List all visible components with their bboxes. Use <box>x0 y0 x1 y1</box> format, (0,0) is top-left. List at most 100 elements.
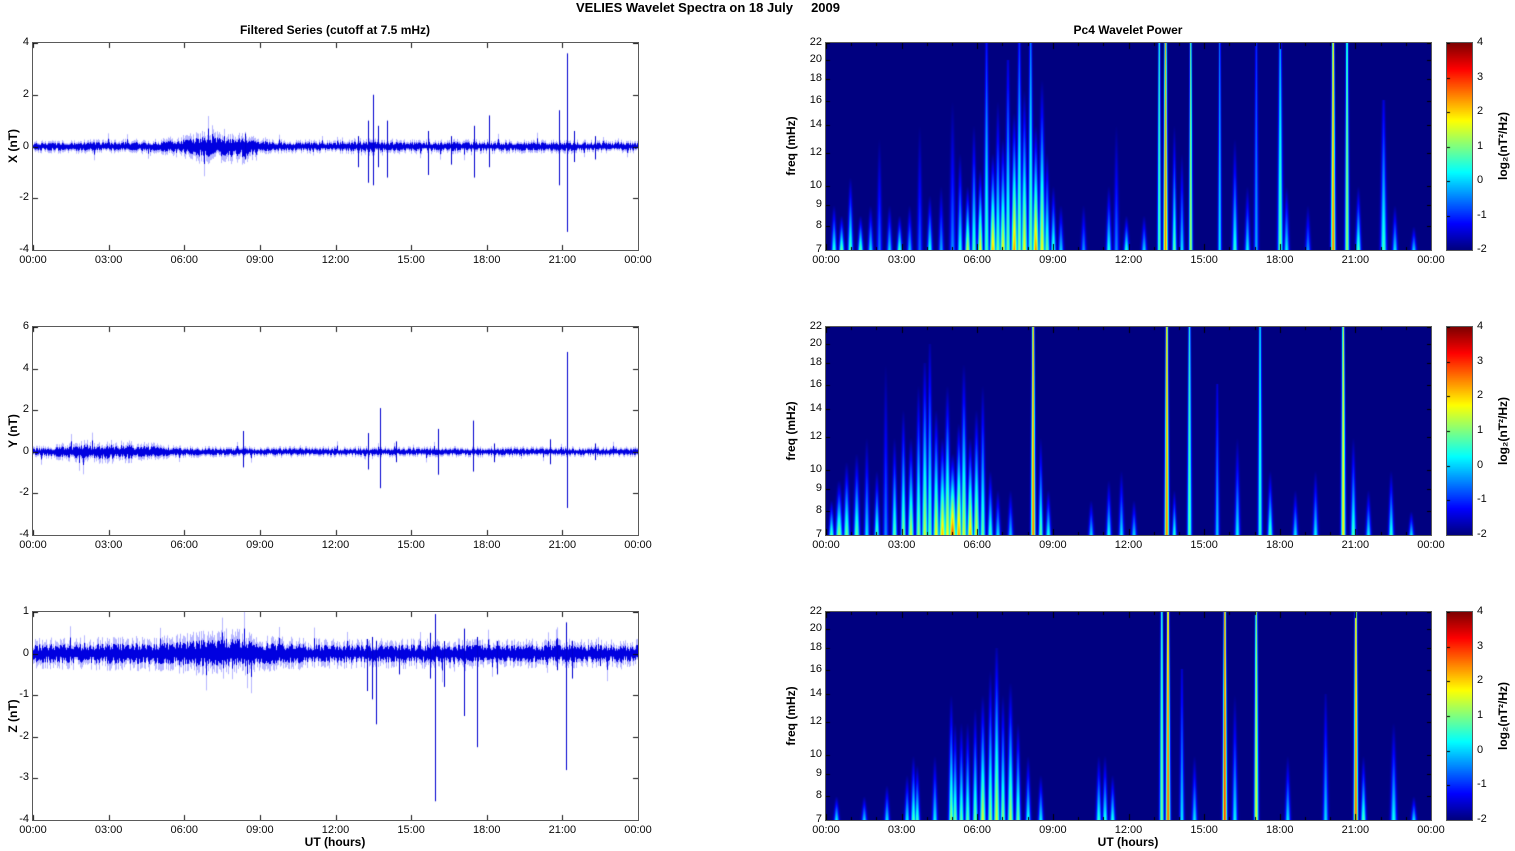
colorbar-x <box>1446 42 1473 251</box>
colorbar-tick-label: 3 <box>1477 354 1484 367</box>
freq-tick-label: 18 <box>809 72 822 85</box>
p1-canvas <box>33 327 638 535</box>
filtered-series-z-plot <box>32 611 639 821</box>
y-tick-label: -2 <box>19 191 29 204</box>
x-tick-label: 00:00 <box>624 539 652 551</box>
p4-canvas <box>826 327 1431 535</box>
x-tick-label: 00:00 <box>812 254 840 266</box>
x-tick-label: 18:00 <box>472 539 501 551</box>
wavelet-power-x-spectrogram <box>825 42 1432 251</box>
freq-tick-label: 10 <box>809 463 822 476</box>
y-axis-label-z-nt: Z (nT) <box>6 699 20 733</box>
x-tick-label: 21:00 <box>1341 824 1370 836</box>
colorbar-y <box>1446 326 1473 536</box>
freq-tick-label: 8 <box>815 503 822 516</box>
x-tick-label: 03:00 <box>94 539 123 551</box>
x-tick-label: 21:00 <box>1341 539 1370 551</box>
x-tick-label: 21:00 <box>548 824 577 836</box>
x-tick-label: 18:00 <box>472 254 501 266</box>
freq-tick-label: 20 <box>809 622 822 635</box>
colorbar-z <box>1446 611 1473 821</box>
p0-canvas <box>33 43 638 250</box>
freq-tick-label: 9 <box>815 767 822 780</box>
x-tick-label: 03:00 <box>94 824 123 836</box>
p5-canvas <box>826 612 1431 820</box>
x-tick-label: 06:00 <box>170 539 199 551</box>
x-tick-label: 00:00 <box>19 254 47 266</box>
y-axis-label-y-nt: Y (nT) <box>6 414 20 448</box>
p3-canvas <box>826 43 1431 250</box>
colorbar-tick-label: 1 <box>1477 709 1484 721</box>
x-tick-label: 09:00 <box>246 539 274 551</box>
x-tick-label: 21:00 <box>548 539 577 551</box>
y-tick-label: 1 <box>22 605 29 617</box>
x-tick-label: 06:00 <box>170 824 199 836</box>
freq-tick-label: 22 <box>809 605 822 617</box>
colorbar-tick-label: -2 <box>1477 243 1487 255</box>
x-tick-label: 18:00 <box>1265 254 1294 266</box>
wavelet-power-y-spectrogram <box>825 326 1432 536</box>
x-tick-label: 09:00 <box>1039 254 1067 266</box>
cb2-canvas <box>1447 612 1472 820</box>
y-tick-label: 0 <box>22 139 29 152</box>
x-tick-label: 00:00 <box>1417 254 1445 266</box>
left-column-title: Filtered Series (cutoff at 7.5 mHz) <box>239 23 431 37</box>
freq-tick-label: 14 <box>809 687 822 700</box>
x-tick-label: 00:00 <box>1417 824 1445 836</box>
x-tick-label: 03:00 <box>887 539 916 551</box>
colorbar-tick-label: -2 <box>1477 528 1487 540</box>
colorbar-tick-label: 4 <box>1477 36 1484 48</box>
freq-tick-label: 10 <box>809 178 822 191</box>
y-tick-label: -3 <box>19 771 29 784</box>
x-tick-label: 15:00 <box>1190 824 1218 836</box>
x-tick-label: 06:00 <box>963 539 992 551</box>
freq-tick-label: 8 <box>815 218 822 231</box>
freq-tick-label: 8 <box>815 788 822 801</box>
freq-tick-label: 12 <box>809 715 822 728</box>
x-tick-label: 00:00 <box>624 824 652 836</box>
freq-tick-label: 10 <box>809 748 822 761</box>
colorbar-tick-label: -1 <box>1477 778 1487 791</box>
colorbar-tick-label: 4 <box>1477 320 1484 332</box>
colorbar-tick-label: 1 <box>1477 139 1484 152</box>
freq-tick-label: 9 <box>815 482 822 495</box>
colorbar-tick-label: 2 <box>1477 389 1484 402</box>
x-tick-label: 06:00 <box>963 824 992 836</box>
colorbar-tick-label: -2 <box>1477 813 1487 825</box>
x-tick-label: 00:00 <box>812 824 840 836</box>
x-tick-label: 12:00 <box>321 824 350 836</box>
freq-tick-label: 14 <box>809 117 822 130</box>
x-tick-label: 18:00 <box>1265 539 1294 551</box>
filtered-series-y-plot <box>32 326 639 536</box>
x-tick-label: 12:00 <box>321 254 350 266</box>
freq-tick-label: 12 <box>809 145 822 158</box>
x-tick-label: 12:00 <box>1114 539 1143 551</box>
y-tick-label: -2 <box>19 729 29 742</box>
x-tick-label: 15:00 <box>397 254 425 266</box>
colorbar-tick-label: -1 <box>1477 493 1487 506</box>
x-tick-label: 09:00 <box>246 254 274 266</box>
x-tick-label: 09:00 <box>1039 824 1067 836</box>
colorbar-tick-label: 2 <box>1477 674 1484 687</box>
x-tick-label: 03:00 <box>887 254 916 266</box>
freq-tick-label: 22 <box>809 320 822 332</box>
cb0-canvas <box>1447 43 1472 250</box>
freq-tick-label: 14 <box>809 402 822 415</box>
x-tick-label: 00:00 <box>812 539 840 551</box>
freq-tick-label: 9 <box>815 197 822 210</box>
x-tick-label: 21:00 <box>548 254 577 266</box>
x-tick-label: 06:00 <box>963 254 992 266</box>
y-tick-label: 2 <box>22 87 29 100</box>
freq-tick-label: 16 <box>809 377 822 390</box>
x-tick-label: 12:00 <box>1114 254 1143 266</box>
right-column-title: Pc4 Wavelet Power <box>1073 23 1183 37</box>
x-tick-label: 00:00 <box>624 254 652 266</box>
x-tick-label: 03:00 <box>94 254 123 266</box>
x-tick-label: 15:00 <box>1190 539 1218 551</box>
cb1-canvas <box>1447 327 1472 535</box>
x-tick-label: 06:00 <box>170 254 199 266</box>
freq-tick-label: 16 <box>809 662 822 675</box>
x-tick-label: 15:00 <box>397 824 425 836</box>
colorbar-tick-label: -1 <box>1477 208 1487 221</box>
p2-canvas <box>33 612 638 820</box>
